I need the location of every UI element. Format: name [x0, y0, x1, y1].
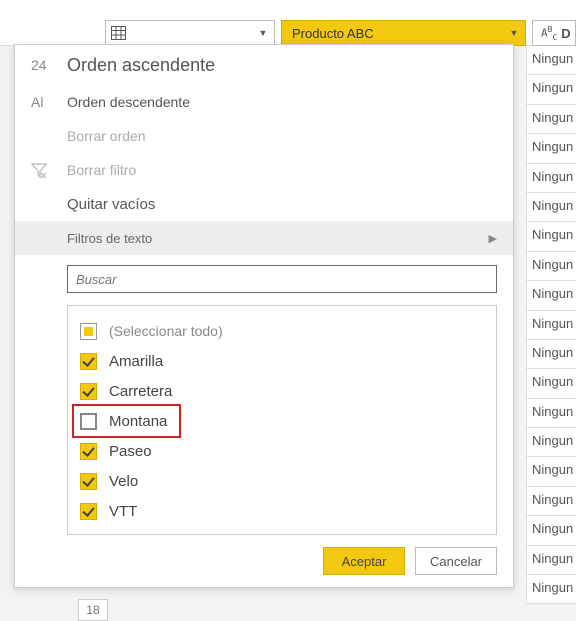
- data-cell: Ningun: [526, 340, 576, 369]
- row-number: 18: [78, 599, 108, 621]
- filter-item-label: Carretera: [109, 383, 172, 400]
- checkbox-checked[interactable]: [80, 503, 97, 520]
- checkbox-checked[interactable]: [80, 383, 97, 400]
- data-cell: Ningun: [526, 575, 576, 604]
- data-cell: Ningun: [526, 222, 576, 251]
- filter-values-list: (Seleccionar todo) Amarilla Carretera Mont…: [67, 305, 497, 535]
- sort-descending[interactable]: Al Orden descendente: [15, 85, 513, 119]
- clear-sort-label: Borrar orden: [67, 128, 146, 144]
- sort-desc-label: Orden descendente: [67, 94, 190, 110]
- data-cell: Ningun: [526, 252, 576, 281]
- sort-asc-icon: 24: [31, 57, 67, 73]
- column-header-3[interactable]: ABC D: [532, 20, 576, 46]
- data-cell: Ningun: [526, 46, 576, 75]
- select-all-label: (Seleccionar todo): [109, 323, 223, 339]
- data-cell: Ningun: [526, 75, 576, 104]
- column-header-label: D: [561, 26, 570, 41]
- data-cell: Ningun: [526, 369, 576, 398]
- chevron-down-icon: ▼: [503, 28, 525, 38]
- remove-empty-label: Quitar vacíos: [67, 196, 155, 213]
- data-cell: Ningun: [526, 164, 576, 193]
- filter-item[interactable]: Paseo: [80, 436, 484, 466]
- data-cell: Ningun: [526, 546, 576, 575]
- data-column: NingunNingunNingunNingunNingunNingunNing…: [526, 46, 576, 604]
- data-cell: Ningun: [526, 399, 576, 428]
- accept-button[interactable]: Aceptar: [323, 547, 405, 575]
- sort-ascending[interactable]: 24 Orden ascendente: [15, 45, 513, 85]
- data-cell: Ningun: [526, 281, 576, 310]
- filter-item-label: VTT: [109, 503, 137, 520]
- clear-filter-icon: [31, 163, 67, 178]
- search-input[interactable]: [67, 265, 497, 293]
- clear-sort: Borrar orden: [15, 119, 513, 153]
- filter-item[interactable]: VTT: [80, 496, 484, 526]
- text-filters-label: Filtros de texto: [67, 231, 152, 246]
- data-cell: Ningun: [526, 311, 576, 340]
- remove-empty[interactable]: Quitar vacíos: [15, 187, 513, 221]
- data-cell: Ningun: [526, 105, 576, 134]
- chevron-down-icon: ▼: [252, 28, 274, 38]
- chevron-right-icon: ▶: [489, 232, 497, 245]
- checkbox-unchecked[interactable]: [80, 413, 97, 430]
- checkbox-checked[interactable]: [80, 353, 97, 370]
- cancel-button[interactable]: Cancelar: [415, 547, 497, 575]
- filter-item[interactable]: Montana: [74, 406, 179, 436]
- data-cell: Ningun: [526, 516, 576, 545]
- clear-filter: Borrar filtro: [15, 153, 513, 187]
- filter-item-label: Velo: [109, 473, 138, 490]
- text-filters-submenu[interactable]: Filtros de texto ▶: [15, 221, 513, 255]
- filter-dropdown-popup: 24 Orden ascendente Al Orden descendente…: [14, 44, 514, 588]
- filter-item-label: Amarilla: [109, 353, 163, 370]
- select-all-row[interactable]: (Seleccionar todo): [80, 316, 484, 346]
- column-header-1[interactable]: ▼: [105, 20, 275, 46]
- checkbox-checked[interactable]: [80, 443, 97, 460]
- filter-item[interactable]: Velo: [80, 466, 484, 496]
- sort-asc-label: Orden ascendente: [67, 55, 215, 76]
- filter-item[interactable]: Amarilla: [80, 346, 484, 376]
- data-cell: Ningun: [526, 193, 576, 222]
- table-icon: [106, 21, 130, 45]
- filter-item[interactable]: Carretera: [80, 376, 484, 406]
- data-cell: Ningun: [526, 134, 576, 163]
- column-header-producto[interactable]: Producto ABC ▼: [281, 20, 526, 46]
- filter-item-label: Montana: [109, 413, 167, 430]
- checkbox-partial[interactable]: [80, 323, 97, 340]
- column-header-label: Producto ABC: [292, 26, 503, 41]
- data-cell: Ningun: [526, 457, 576, 486]
- data-cell: Ningun: [526, 428, 576, 457]
- clear-filter-label: Borrar filtro: [67, 162, 136, 178]
- column-header-bar: ▼ Producto ABC ▼ ABC D: [0, 0, 576, 46]
- sort-desc-icon: Al: [31, 94, 67, 110]
- data-cell: Ningun: [526, 487, 576, 516]
- checkbox-checked[interactable]: [80, 473, 97, 490]
- filter-item-label: Paseo: [109, 443, 152, 460]
